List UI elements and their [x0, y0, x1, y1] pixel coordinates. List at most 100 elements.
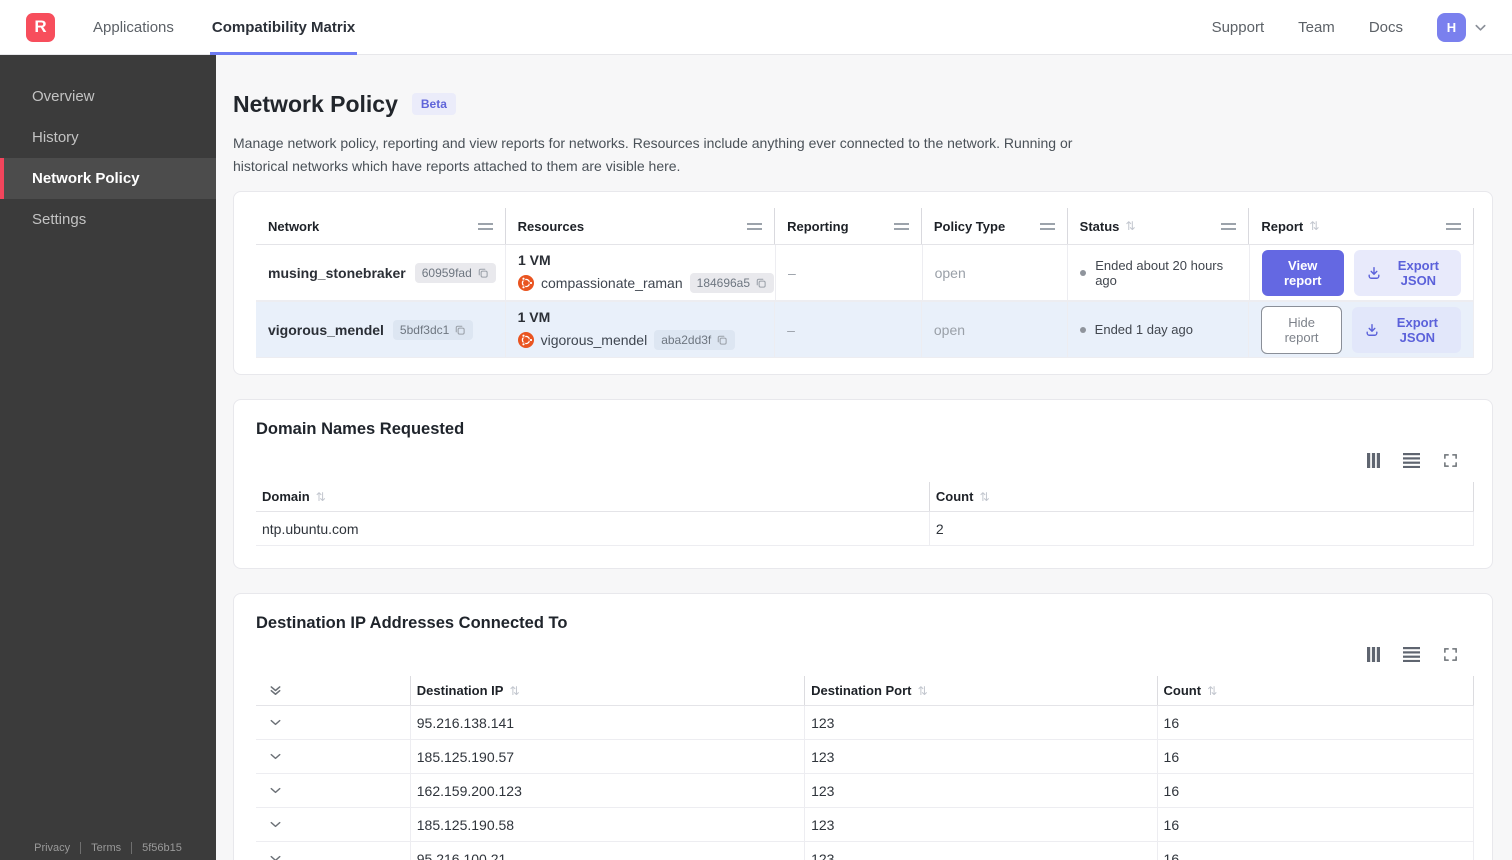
terms-link[interactable]: Terms [80, 842, 131, 854]
column-label: Report [1261, 218, 1304, 234]
expand-row-icon[interactable] [268, 715, 283, 730]
nav-link-team[interactable]: Team [1298, 19, 1335, 36]
top-navigation: R Applications Compatibility Matrix Supp… [0, 0, 1512, 55]
column-header-domain[interactable]: Domain ⇅ [256, 482, 930, 512]
count-cell: 16 [1158, 774, 1475, 808]
column-header-report[interactable]: Report ⇅ [1249, 208, 1474, 245]
chevron-down-icon[interactable] [1473, 20, 1488, 35]
destination-row: 95.216.138.141 123 16 [256, 706, 1475, 741]
column-header-status[interactable]: Status ⇅ [1068, 208, 1250, 245]
column-header-destination-port[interactable]: Destination Port ⇅ [805, 676, 1158, 706]
card-title: Domain Names Requested [256, 420, 465, 439]
expand-row-icon[interactable] [268, 817, 283, 832]
destination-port-cell: 123 [805, 842, 1158, 860]
status-dot-icon [1079, 326, 1086, 333]
expander-cell [256, 706, 411, 740]
count-cell: 16 [1158, 740, 1475, 774]
row-density-icon[interactable] [1403, 647, 1420, 663]
copy-icon[interactable] [716, 334, 728, 346]
export-json-button[interactable]: Export JSON [1353, 249, 1461, 296]
expand-row-icon[interactable] [268, 851, 283, 860]
domains-table-header: Domain ⇅ Count ⇅ [256, 482, 1474, 513]
expander-cell [256, 842, 411, 860]
column-drag-handle-icon[interactable] [477, 222, 493, 230]
column-drag-handle-icon[interactable] [1039, 222, 1055, 230]
columns-icon[interactable] [1367, 453, 1380, 469]
count-value: 16 [1163, 850, 1180, 860]
sort-icon[interactable]: ⇅ [1309, 219, 1319, 233]
sort-icon[interactable]: ⇅ [1207, 684, 1217, 698]
page-header: Network Policy Beta Manage network policy… [233, 91, 1493, 177]
count-value: 16 [1163, 782, 1180, 799]
vm-name: vigorous_mendel [540, 332, 648, 349]
card-title: Destination IP Addresses Connected To [256, 614, 568, 633]
sort-icon[interactable]: ⇅ [316, 490, 326, 504]
app-logo[interactable]: R [26, 12, 55, 42]
network-id-pill: 5bdf3dc1 [392, 319, 474, 340]
destination-port-cell: 123 [805, 740, 1158, 774]
privacy-link[interactable]: Privacy [24, 842, 80, 854]
column-header-count[interactable]: Count ⇅ [1158, 676, 1475, 706]
destination-ip-cell: 162.159.200.123 [411, 774, 806, 808]
sort-icon[interactable]: ⇅ [979, 490, 989, 504]
domain-value: ntp.ubuntu.com [262, 520, 359, 537]
network-row: vigorous_mendel 5bdf3dc1 1 VM vigorous_m… [256, 301, 1474, 359]
columns-icon[interactable] [1367, 647, 1380, 663]
copy-icon[interactable] [454, 324, 466, 336]
user-menu[interactable]: H [1437, 12, 1488, 42]
sidebar-item-settings[interactable]: Settings [0, 199, 216, 240]
export-json-button[interactable]: Export JSON [1351, 306, 1461, 353]
column-header-count[interactable]: Count ⇅ [930, 482, 1474, 512]
expand-row-icon[interactable] [268, 749, 283, 764]
tab-applications[interactable]: Applications [91, 0, 176, 55]
tab-compatibility-matrix[interactable]: Compatibility Matrix [209, 0, 358, 55]
copy-icon[interactable] [755, 277, 767, 289]
column-drag-handle-icon[interactable] [747, 222, 763, 230]
count-cell: 16 [1158, 706, 1475, 740]
expander-cell [256, 808, 411, 842]
report-cell: Hide report Export JSON [1249, 302, 1474, 358]
expand-row-icon[interactable] [268, 783, 283, 798]
destination-ip-cell: 185.125.190.57 [411, 740, 806, 774]
vm-id-pill: aba2dd3f [654, 330, 736, 351]
sort-icon[interactable]: ⇅ [509, 684, 519, 698]
nav-link-support[interactable]: Support [1212, 19, 1265, 36]
avatar[interactable]: H [1437, 12, 1466, 42]
status-text: Ended 1 day ago [1094, 322, 1193, 338]
hide-report-button[interactable]: Hide report [1261, 305, 1342, 354]
copy-icon[interactable] [477, 267, 489, 279]
status-cell: Ended about 20 hours ago [1068, 245, 1250, 301]
column-drag-handle-icon[interactable] [1446, 222, 1461, 230]
sidebar-item-network-policy[interactable]: Network Policy [0, 158, 216, 199]
count-value: 2 [935, 520, 944, 537]
ubuntu-icon [518, 275, 534, 292]
count-cell: 16 [1158, 808, 1475, 842]
domains-table: Domain ⇅ Count ⇅ ntp.ubuntu.com 2 [256, 482, 1474, 547]
row-density-icon[interactable] [1403, 453, 1420, 469]
view-report-button[interactable]: View report [1261, 249, 1344, 296]
column-header-reporting: Reporting [775, 208, 922, 245]
sidebar-item-history[interactable]: History [0, 117, 216, 158]
download-icon [1365, 323, 1379, 337]
sort-icon[interactable]: ⇅ [918, 684, 928, 698]
destination-port-cell: 123 [805, 706, 1158, 740]
destinations-table: Destination IP ⇅ Destination Port ⇅ Coun… [256, 676, 1475, 860]
column-label: Resources [517, 218, 585, 234]
nav-link-docs[interactable]: Docs [1369, 19, 1403, 36]
expand-fullscreen-icon[interactable] [1443, 647, 1458, 662]
networks-card: Network Resources Reporting Policy Type [233, 191, 1493, 376]
download-icon [1367, 266, 1381, 280]
ubuntu-icon [517, 332, 534, 349]
column-header-destination-ip[interactable]: Destination IP ⇅ [411, 676, 806, 706]
card-toolbar [256, 453, 1458, 469]
network-name: musing_stonebraker [268, 264, 406, 281]
network-id: 5bdf3dc1 [399, 322, 450, 337]
count-value: 16 [1163, 748, 1180, 765]
sort-icon[interactable]: ⇅ [1125, 219, 1135, 233]
column-drag-handle-icon[interactable] [1221, 222, 1237, 230]
expander-cell [256, 740, 411, 774]
expand-fullscreen-icon[interactable] [1443, 453, 1458, 468]
sidebar-item-overview[interactable]: Overview [0, 76, 216, 117]
expand-all-icon[interactable] [268, 683, 283, 698]
column-drag-handle-icon[interactable] [893, 222, 909, 230]
